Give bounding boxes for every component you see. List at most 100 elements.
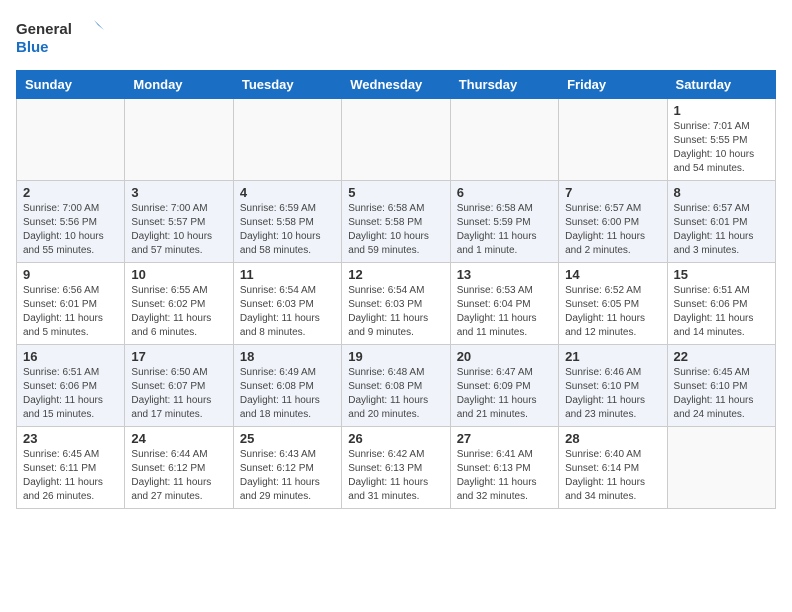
day-number: 7 (565, 185, 660, 200)
day-number: 10 (131, 267, 226, 282)
weekday-header-row: SundayMondayTuesdayWednesdayThursdayFrid… (17, 71, 776, 99)
day-number: 21 (565, 349, 660, 364)
calendar-cell: 17 Sunrise: 6:50 AM Sunset: 6:07 PM Dayli… (125, 345, 233, 427)
weekday-header-sunday: Sunday (17, 71, 125, 99)
day-info: Sunrise: 6:51 AM Sunset: 6:06 PM Dayligh… (23, 366, 118, 422)
calendar-cell: 10 Sunrise: 6:55 AM Sunset: 6:02 PM Dayli… (125, 263, 233, 345)
day-number: 13 (457, 267, 552, 282)
day-info: Sunrise: 6:53 AM Sunset: 6:04 PM Dayligh… (457, 284, 552, 340)
day-number: 8 (674, 185, 769, 200)
calendar-cell (450, 99, 558, 181)
calendar-cell (559, 99, 667, 181)
calendar-cell: 9Sunrise: 6:56 AM Sunset: 6:01 PM Daylig… (17, 263, 125, 345)
calendar-cell: 8 Sunrise: 6:57 AM Sunset: 6:01 PM Daylig… (667, 181, 775, 263)
calendar-cell: 2 Sunrise: 7:00 AM Sunset: 5:56 PM Daylig… (17, 181, 125, 263)
calendar-cell: 13 Sunrise: 6:53 AM Sunset: 6:04 PM Dayli… (450, 263, 558, 345)
day-info: Sunrise: 6:57 AM Sunset: 6:00 PM Dayligh… (565, 202, 660, 258)
day-number: 17 (131, 349, 226, 364)
calendar-cell: 22Sunrise: 6:45 AM Sunset: 6:10 PM Dayli… (667, 345, 775, 427)
weekday-header-saturday: Saturday (667, 71, 775, 99)
calendar-cell: 12 Sunrise: 6:54 AM Sunset: 6:03 PM Dayli… (342, 263, 450, 345)
day-number: 19 (348, 349, 443, 364)
calendar-cell: 3 Sunrise: 7:00 AM Sunset: 5:57 PM Daylig… (125, 181, 233, 263)
day-info: Sunrise: 6:47 AM Sunset: 6:09 PM Dayligh… (457, 366, 552, 422)
calendar-cell: 1 Sunrise: 7:01 AM Sunset: 5:55 PM Daylig… (667, 99, 775, 181)
week-row-3: 9Sunrise: 6:56 AM Sunset: 6:01 PM Daylig… (17, 263, 776, 345)
day-info: Sunrise: 6:59 AM Sunset: 5:58 PM Dayligh… (240, 202, 335, 258)
day-info: Sunrise: 6:45 AM Sunset: 6:11 PM Dayligh… (23, 448, 118, 504)
day-info: Sunrise: 6:57 AM Sunset: 6:01 PM Dayligh… (674, 202, 769, 258)
day-number: 26 (348, 431, 443, 446)
day-number: 15 (674, 267, 769, 282)
day-info: Sunrise: 6:41 AM Sunset: 6:13 PM Dayligh… (457, 448, 552, 504)
day-number: 11 (240, 267, 335, 282)
day-number: 28 (565, 431, 660, 446)
day-number: 24 (131, 431, 226, 446)
day-info: Sunrise: 6:48 AM Sunset: 6:08 PM Dayligh… (348, 366, 443, 422)
day-number: 6 (457, 185, 552, 200)
weekday-header-wednesday: Wednesday (342, 71, 450, 99)
day-info: Sunrise: 7:00 AM Sunset: 5:57 PM Dayligh… (131, 202, 226, 258)
svg-text:General: General (16, 21, 72, 38)
day-number: 1 (674, 103, 769, 118)
calendar-cell: 18 Sunrise: 6:49 AM Sunset: 6:08 PM Dayli… (233, 345, 341, 427)
calendar-cell: 26 Sunrise: 6:42 AM Sunset: 6:13 PM Dayli… (342, 427, 450, 509)
day-number: 3 (131, 185, 226, 200)
day-info: Sunrise: 7:01 AM Sunset: 5:55 PM Dayligh… (674, 120, 769, 176)
calendar-cell: 25 Sunrise: 6:43 AM Sunset: 6:12 PM Dayli… (233, 427, 341, 509)
calendar-cell: 16Sunrise: 6:51 AM Sunset: 6:06 PM Dayli… (17, 345, 125, 427)
day-number: 18 (240, 349, 335, 364)
day-number: 2 (23, 185, 118, 200)
calendar-cell (233, 99, 341, 181)
weekday-header-tuesday: Tuesday (233, 71, 341, 99)
day-number: 20 (457, 349, 552, 364)
day-number: 23 (23, 431, 118, 446)
day-info: Sunrise: 6:45 AM Sunset: 6:10 PM Dayligh… (674, 366, 769, 422)
calendar-cell (667, 427, 775, 509)
calendar-cell: 4Sunrise: 6:59 AM Sunset: 5:58 PM Daylig… (233, 181, 341, 263)
weekday-header-monday: Monday (125, 71, 233, 99)
day-number: 5 (348, 185, 443, 200)
day-info: Sunrise: 6:58 AM Sunset: 5:59 PM Dayligh… (457, 202, 552, 258)
calendar-cell: 11 Sunrise: 6:54 AM Sunset: 6:03 PM Dayli… (233, 263, 341, 345)
calendar-cell: 24 Sunrise: 6:44 AM Sunset: 6:12 PM Dayli… (125, 427, 233, 509)
calendar-cell: 14 Sunrise: 6:52 AM Sunset: 6:05 PM Dayli… (559, 263, 667, 345)
calendar-cell (125, 99, 233, 181)
week-row-2: 2 Sunrise: 7:00 AM Sunset: 5:56 PM Daylig… (17, 181, 776, 263)
page-header: General Blue (16, 16, 776, 58)
day-info: Sunrise: 6:51 AM Sunset: 6:06 PM Dayligh… (674, 284, 769, 340)
week-row-4: 16Sunrise: 6:51 AM Sunset: 6:06 PM Dayli… (17, 345, 776, 427)
day-info: Sunrise: 6:58 AM Sunset: 5:58 PM Dayligh… (348, 202, 443, 258)
calendar-cell (17, 99, 125, 181)
day-number: 14 (565, 267, 660, 282)
week-row-5: 23 Sunrise: 6:45 AM Sunset: 6:11 PM Dayli… (17, 427, 776, 509)
calendar-cell (342, 99, 450, 181)
week-row-1: 1 Sunrise: 7:01 AM Sunset: 5:55 PM Daylig… (17, 99, 776, 181)
logo-svg: General Blue (16, 16, 106, 58)
day-number: 12 (348, 267, 443, 282)
logo: General Blue (16, 16, 106, 58)
day-info: Sunrise: 7:00 AM Sunset: 5:56 PM Dayligh… (23, 202, 118, 258)
calendar-cell: 5 Sunrise: 6:58 AM Sunset: 5:58 PM Daylig… (342, 181, 450, 263)
day-info: Sunrise: 6:54 AM Sunset: 6:03 PM Dayligh… (240, 284, 335, 340)
calendar-cell: 20 Sunrise: 6:47 AM Sunset: 6:09 PM Dayli… (450, 345, 558, 427)
day-info: Sunrise: 6:50 AM Sunset: 6:07 PM Dayligh… (131, 366, 226, 422)
day-info: Sunrise: 6:43 AM Sunset: 6:12 PM Dayligh… (240, 448, 335, 504)
calendar-cell: 15 Sunrise: 6:51 AM Sunset: 6:06 PM Dayli… (667, 263, 775, 345)
calendar-cell: 28Sunrise: 6:40 AM Sunset: 6:14 PM Dayli… (559, 427, 667, 509)
calendar-table: SundayMondayTuesdayWednesdayThursdayFrid… (16, 70, 776, 509)
calendar-cell: 19 Sunrise: 6:48 AM Sunset: 6:08 PM Dayli… (342, 345, 450, 427)
day-info: Sunrise: 6:52 AM Sunset: 6:05 PM Dayligh… (565, 284, 660, 340)
day-number: 25 (240, 431, 335, 446)
day-info: Sunrise: 6:44 AM Sunset: 6:12 PM Dayligh… (131, 448, 226, 504)
calendar-cell: 6 Sunrise: 6:58 AM Sunset: 5:59 PM Daylig… (450, 181, 558, 263)
day-info: Sunrise: 6:49 AM Sunset: 6:08 PM Dayligh… (240, 366, 335, 422)
weekday-header-thursday: Thursday (450, 71, 558, 99)
day-info: Sunrise: 6:42 AM Sunset: 6:13 PM Dayligh… (348, 448, 443, 504)
day-number: 9 (23, 267, 118, 282)
svg-text:Blue: Blue (16, 39, 49, 56)
calendar-cell: 21Sunrise: 6:46 AM Sunset: 6:10 PM Dayli… (559, 345, 667, 427)
day-info: Sunrise: 6:55 AM Sunset: 6:02 PM Dayligh… (131, 284, 226, 340)
day-info: Sunrise: 6:54 AM Sunset: 6:03 PM Dayligh… (348, 284, 443, 340)
weekday-header-friday: Friday (559, 71, 667, 99)
